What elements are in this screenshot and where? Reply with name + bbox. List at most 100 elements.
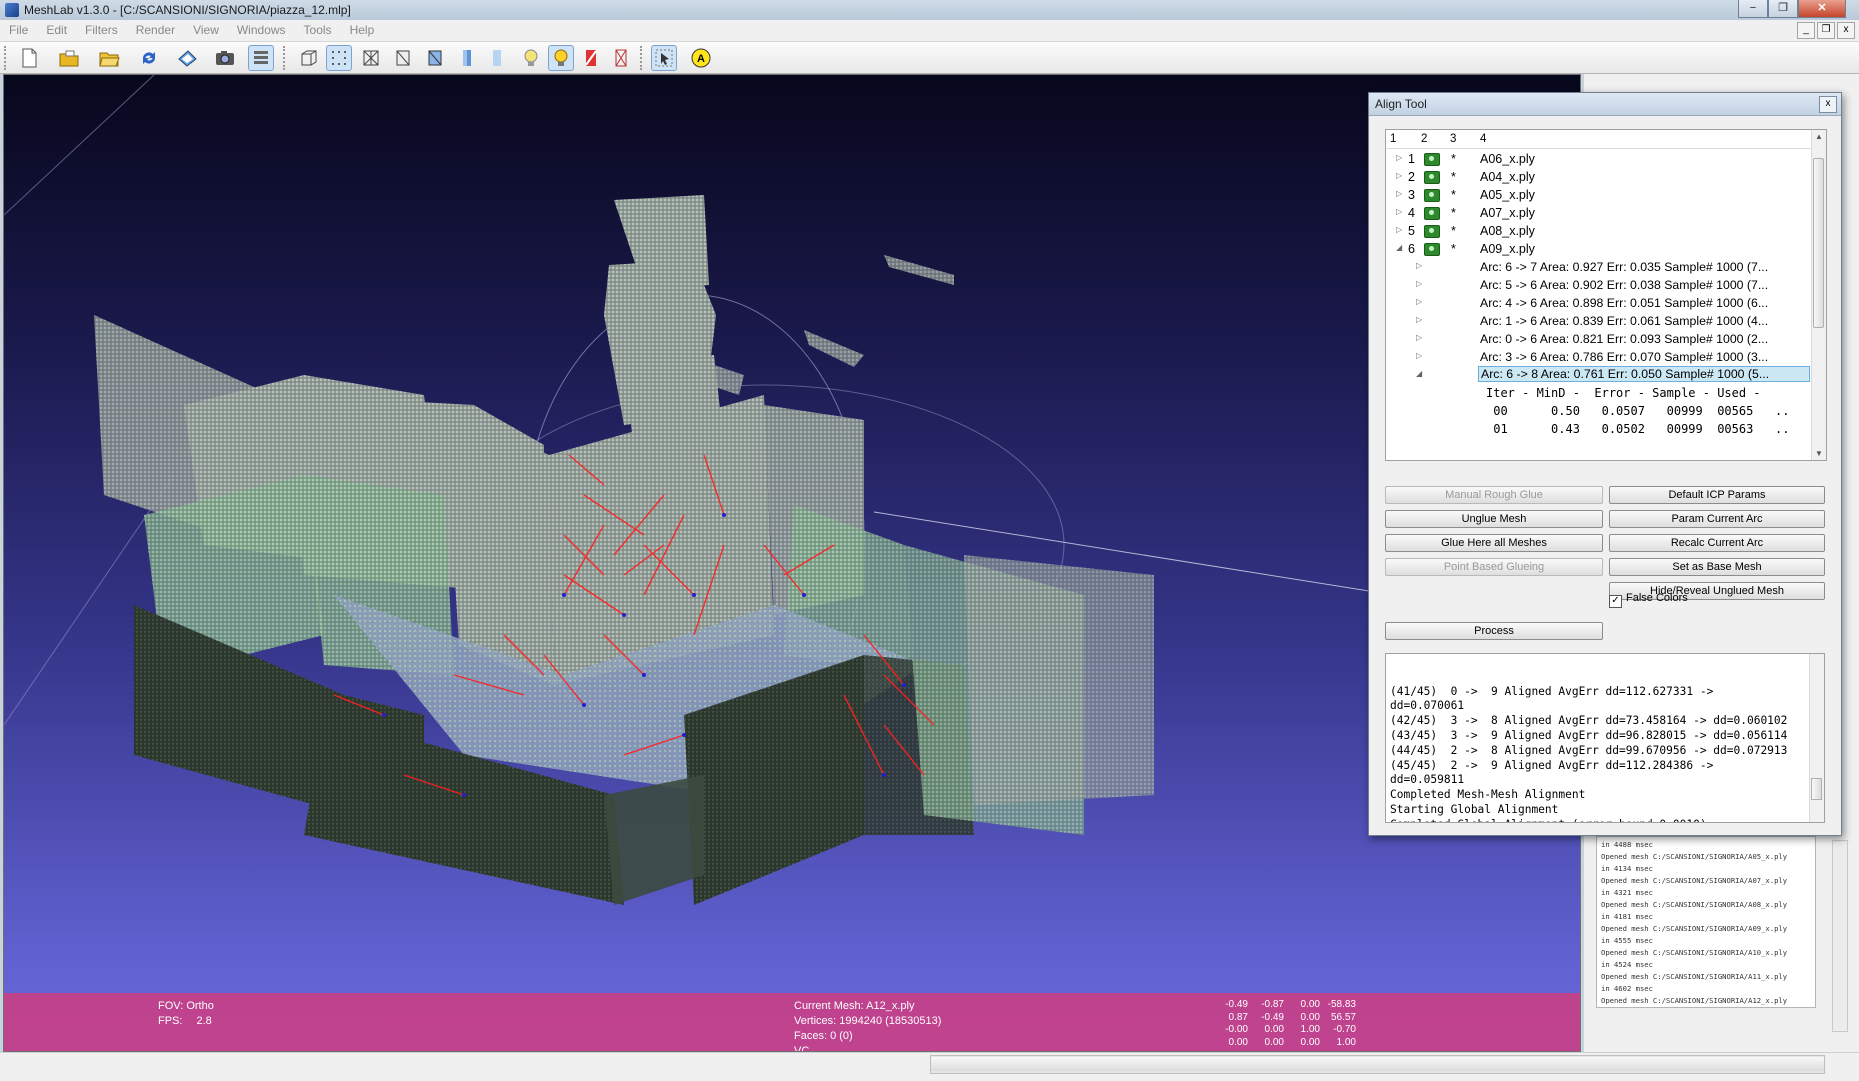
tree-scroll-thumb[interactable] [1813,158,1824,328]
new-icon[interactable] [16,45,42,71]
mesh-row[interactable]: ▷ 5 * A08_x.ply [1386,222,1812,240]
unglue-mesh-button[interactable]: Unglue Mesh [1385,510,1603,528]
expand-icon[interactable]: ▷ [1416,261,1422,270]
save-icon[interactable] [174,45,200,71]
arc-row[interactable]: ▷ Arc: 4 -> 6 Area: 0.898 Err: 0.051 Samp… [1386,294,1812,312]
arc-row[interactable]: ▷ Arc: 5 -> 6 Area: 0.902 Err: 0.038 Samp… [1386,276,1812,294]
mesh-row[interactable]: ▷ 3 * A05_x.ply [1386,186,1812,204]
recalc-current-arc-button[interactable]: Recalc Current Arc [1609,534,1825,552]
colormode-icon[interactable] [548,45,574,71]
menu-tools[interactable]: Tools [295,20,341,40]
snapshot-icon[interactable] [212,45,238,71]
dialog-title-bar[interactable]: Align Tool x [1369,93,1841,116]
expand-icon[interactable]: ▷ [1416,351,1422,360]
menu-edit[interactable]: Edit [37,20,76,40]
expand-icon[interactable]: ▷ [1396,153,1402,162]
visibility-eye-icon[interactable] [1424,189,1440,202]
restore-button[interactable]: ❐ [1768,0,1798,18]
process-button[interactable]: Process [1385,622,1603,640]
texture-icon[interactable] [578,45,604,71]
expand-icon[interactable]: ▷ [1396,189,1402,198]
menu-windows[interactable]: Windows [228,20,295,40]
toolbar-grip[interactable] [4,46,9,70]
visibility-eye-icon[interactable] [1424,243,1440,256]
default-icp-params-button[interactable]: Default ICP Params [1609,486,1825,504]
menu-view[interactable]: View [184,20,228,40]
checkbox-box[interactable]: ✓ [1609,595,1622,608]
expand-icon[interactable]: ◢ [1396,243,1402,252]
points-icon[interactable] [326,45,352,71]
scroll-thumb[interactable] [931,1057,1824,1071]
expand-icon[interactable]: ▷ [1416,279,1422,288]
arc-row[interactable]: ▷ Arc: 0 -> 6 Area: 0.821 Err: 0.093 Samp… [1386,330,1812,348]
light-icon[interactable] [518,45,544,71]
mesh-row[interactable]: ◢ 6 * A09_x.ply [1386,240,1812,258]
param-current-arc-button[interactable]: Param Current Arc [1609,510,1825,528]
menu-file[interactable]: File [0,20,37,40]
visibility-eye-icon[interactable] [1424,207,1440,220]
alignment-log-scrollbar[interactable] [1809,654,1824,822]
layers-icon[interactable] [248,45,274,71]
close-button[interactable]: ✕ [1798,0,1846,18]
reload-icon[interactable] [136,45,162,71]
hiddenlines-icon[interactable] [390,45,416,71]
horizontal-scrollbar[interactable] [930,1055,1825,1074]
manual-rough-glue-button[interactable]: Manual Rough Glue [1385,486,1603,504]
open-icon[interactable] [56,45,82,71]
mesh-row[interactable]: ▷ 2 * A04_x.ply [1386,168,1812,186]
expand-icon[interactable]: ▷ [1396,207,1402,216]
expand-icon[interactable]: ▷ [1396,225,1402,234]
align-icon[interactable]: A [688,45,714,71]
mesh-arc-tree[interactable]: 1 2 3 4 ▷ 1 * A06_x.ply ▷ 2 * A04_x.ply ▷ 3 * A05_x… [1385,129,1827,461]
expand-icon[interactable]: ▷ [1416,315,1422,324]
column-header-1[interactable]: 1 [1390,133,1396,145]
flat-icon[interactable] [454,45,480,71]
false-colors-checkbox[interactable]: ✓ False Colors [1609,592,1688,608]
collapse-icon[interactable]: ◢ [1416,369,1422,378]
menu-help[interactable]: Help [341,20,384,40]
scroll-down-icon[interactable]: ▼ [1815,449,1823,458]
arc-row[interactable]: ▷ Arc: 1 -> 6 Area: 0.839 Err: 0.061 Samp… [1386,312,1812,330]
flatlines-icon[interactable] [422,45,448,71]
wireframe-icon[interactable] [358,45,384,71]
arc-row[interactable]: ▷ Arc: 6 -> 7 Area: 0.927 Err: 0.035 Samp… [1386,258,1812,276]
alignment-log-scroll-thumb[interactable] [1811,778,1822,800]
matrix-cell: 1.00 [1300,1024,1320,1035]
toolbar-grip-2[interactable] [283,46,288,70]
mesh-row[interactable]: ▷ 4 * A07_x.ply [1386,204,1812,222]
bbox-icon[interactable] [296,45,322,71]
column-header-4[interactable]: 4 [1480,133,1486,145]
visibility-eye-icon[interactable] [1424,153,1440,166]
column-header-2[interactable]: 2 [1421,133,1427,145]
minimize-button[interactable]: − [1738,0,1768,18]
point-based-glueing-button[interactable]: Point Based Glueing [1385,558,1603,576]
visibility-eye-icon[interactable] [1424,225,1440,238]
select-icon[interactable] [651,45,677,71]
mesh-index: 5 [1408,224,1415,238]
menu-render[interactable]: Render [127,20,184,40]
arc-row[interactable]: ▷ Arc: 3 -> 6 Area: 0.786 Err: 0.070 Samp… [1386,348,1812,366]
glue-here-all-meshes-button[interactable]: Glue Here all Meshes [1385,534,1603,552]
mdi-close-button[interactable]: x [1837,22,1855,39]
dialog-close-button[interactable]: x [1819,96,1837,113]
smooth-icon[interactable] [484,45,510,71]
log-scrollbar[interactable] [1832,840,1848,1032]
mdi-restore-button[interactable]: ❐ [1817,22,1835,39]
mesh-row[interactable]: ▷ 1 * A06_x.ply [1386,150,1812,168]
tree-scrollbar[interactable]: ▲ ▼ [1811,130,1826,460]
vert-color-icon[interactable] [608,45,634,71]
expand-icon[interactable]: ▷ [1416,297,1422,306]
expand-icon[interactable]: ▷ [1416,333,1422,342]
arc-row[interactable]: ◢ Arc: 6 -> 8 Area: 0.761 Err: 0.050 Samp… [1386,366,1812,384]
toolbar-grip-3[interactable] [640,46,645,70]
open-folder-icon[interactable] [96,45,122,71]
scroll-up-icon[interactable]: ▲ [1815,132,1823,141]
expand-icon[interactable]: ▷ [1396,171,1402,180]
menu-filters[interactable]: Filters [76,20,127,40]
set-as-base-mesh-button[interactable]: Set as Base Mesh [1609,558,1825,576]
column-header-3[interactable]: 3 [1450,133,1456,145]
3d-viewport[interactable]: FOV: Ortho FPS: 2.8 Current Mesh: A12_x.… [3,74,1581,1052]
visibility-eye-icon[interactable] [1424,171,1440,184]
alignment-log[interactable]: (41/45) 0 -> 9 Aligned AvgErr dd=112.627… [1385,653,1825,823]
mdi-minimize-button[interactable]: _ [1797,22,1815,39]
